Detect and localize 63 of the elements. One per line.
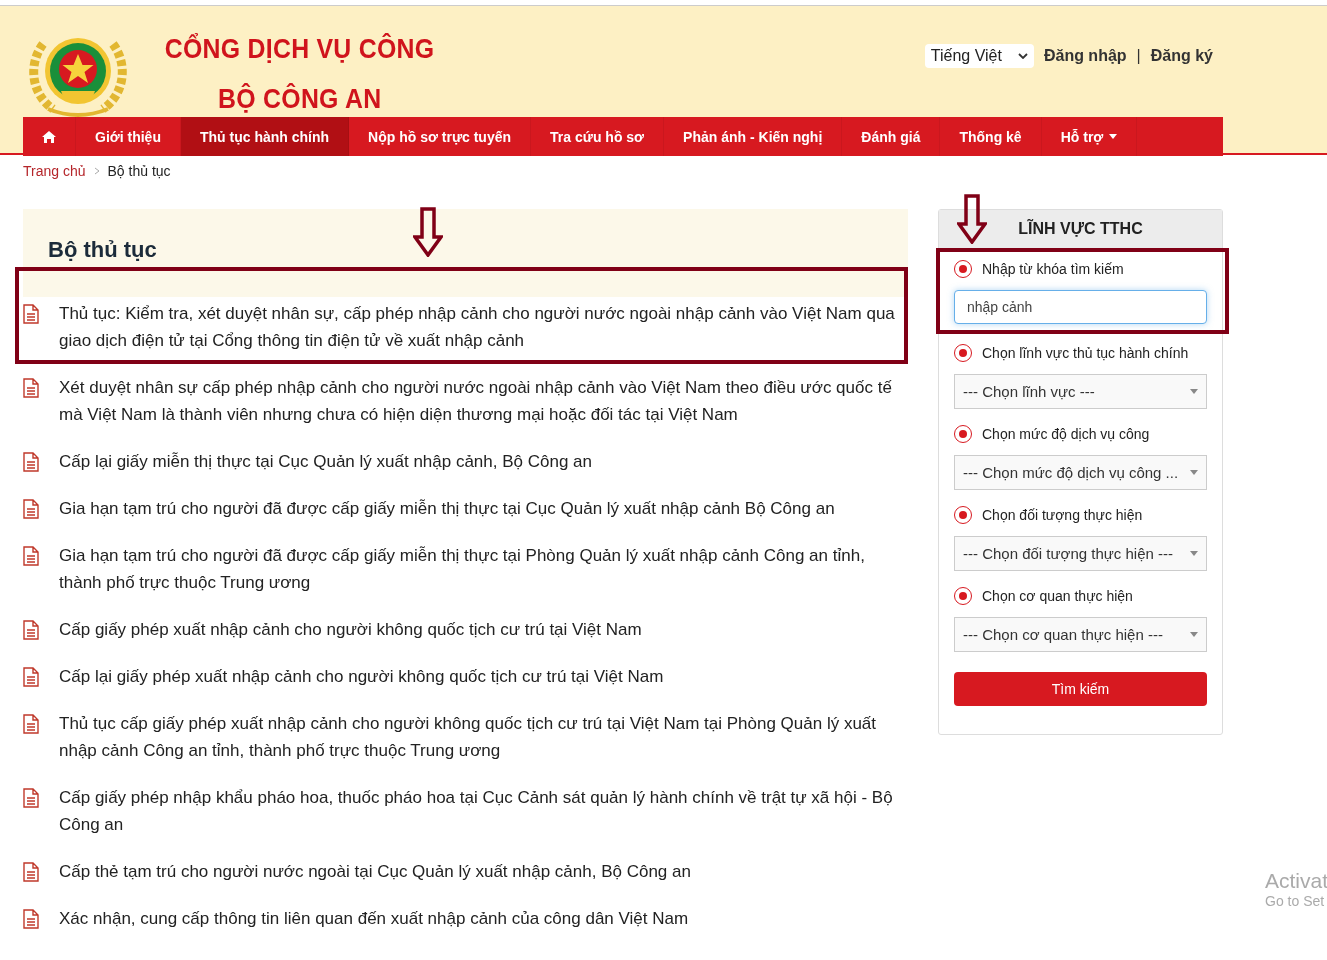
down-arrow-icon xyxy=(413,207,443,257)
breadcrumb-link[interactable]: Trang chủ xyxy=(23,163,86,179)
site-title: CỔNG DỊCH VỤ CÔNG xyxy=(164,32,435,66)
procedure-link[interactable]: Cấp giấy phép nhập khẩu pháo hoa, thuốc pháo hoa tại Cục Cảnh sát quản lý hành chính về trật tự xã hội - Bộ Công an xyxy=(59,784,898,838)
document-icon xyxy=(23,378,39,398)
procedure-link[interactable]: Thủ tục: Kiểm tra, xét duyệt nhân sự, cấp phép nhập cảnh cho người nước ngoài nhập cảnh vào Việt Nam qua giao dịch điện tử tại Cổng thông tin điện tử về xuất nhập cảnh xyxy=(59,300,898,354)
activation-hint: Go to Set xyxy=(1265,893,1326,909)
caret-icon xyxy=(1109,134,1118,139)
home-icon xyxy=(42,130,56,143)
procedure-link[interactable]: Cấp thẻ tạm trú cho người nước ngoài tại Cục Quản lý xuất nhập cảnh, Bộ Công an xyxy=(59,858,691,885)
document-icon xyxy=(23,909,39,929)
nav-item[interactable]: Phản ánh - Kiến nghị xyxy=(664,117,843,156)
register-link[interactable]: Đăng ký xyxy=(1150,47,1213,65)
document-icon xyxy=(23,862,39,882)
procedure-link[interactable]: Xác nhận, cung cấp thông tin liên quan đến xuất nhập cảnh của công dân Việt Nam xyxy=(59,905,689,932)
sidebar-title: LĨNH VỰC TTHC xyxy=(939,210,1222,248)
section-title: Bộ thủ tục xyxy=(48,237,158,263)
filter-select[interactable]: --- Chọn mức độ dịch vụ công ... xyxy=(954,455,1207,490)
caret-icon xyxy=(1190,470,1198,475)
chevron-down-icon xyxy=(1017,53,1028,59)
document-icon xyxy=(23,620,39,640)
down-arrow-icon xyxy=(957,194,987,244)
procedure-link[interactable]: Cấp lại giấy miễn thị thực tại Cục Quản lý xuất nhập cảnh, Bộ Công an xyxy=(59,448,593,475)
document-icon xyxy=(23,546,39,566)
document-icon xyxy=(23,714,39,734)
search-button[interactable]: Tìm kiếm xyxy=(954,672,1207,706)
login-link[interactable]: Đăng nhập xyxy=(1043,47,1127,65)
language-select[interactable]: Tiếng Việt xyxy=(924,44,1034,68)
keyword-input[interactable]: nhập cảnh xyxy=(954,290,1207,324)
nav-item[interactable]: Tra cứu hồ sơ xyxy=(531,117,665,156)
procedure-link[interactable]: Thủ tục cấp giấy phép xuất nhập cảnh cho người không quốc tịch cư trú tại Việt Nam tại Phòng Quản lý xuất nhập cảnh Công an tỉnh, thành phố trực thuộc Trung ương xyxy=(59,710,898,764)
procedure-link[interactable]: Cấp giấy phép xuất nhập cảnh cho người không quốc tịch cư trú tại Việt Nam xyxy=(59,616,642,643)
filter-select[interactable]: --- Chọn đối tượng thực hiện --- xyxy=(954,536,1207,571)
filter-label: Chọn lĩnh vực thủ tục hành chính xyxy=(982,345,1189,361)
nav-item[interactable]: Nộp hồ sơ trực tuyến xyxy=(349,117,532,156)
document-icon xyxy=(23,788,39,808)
nav-item[interactable]: Giới thiệu xyxy=(76,117,181,156)
separator: | xyxy=(1136,47,1141,65)
caret-icon xyxy=(1190,632,1198,637)
filter-label: Chọn đối tượng thực hiện xyxy=(982,507,1143,523)
filter-select[interactable]: --- Chọn cơ quan thực hiện --- xyxy=(954,617,1207,652)
activation-notice: Activat xyxy=(1265,869,1327,893)
document-icon xyxy=(23,499,39,519)
caret-icon xyxy=(1190,551,1198,556)
procedure-link[interactable]: Xét duyệt nhân sự cấp phép nhập cảnh cho người nước ngoài nhập cảnh vào Việt Nam theo điều ước quốc tế mà Việt Nam là thành viên nhưng chưa có hiện diện thương mại hoặc đối tác tại Việt Nam xyxy=(59,374,898,428)
filter-label: Chọn mức độ dịch vụ công xyxy=(982,426,1150,442)
document-icon xyxy=(23,667,39,687)
nav-item[interactable]: Đánh giá xyxy=(842,117,941,156)
nav-item[interactable]: Hỗ trợ xyxy=(1041,117,1138,156)
nav-item[interactable]: Thủ tục hành chính xyxy=(180,117,350,156)
procedure-link[interactable]: Cấp lại giấy phép xuất nhập cảnh cho người không quốc tịch cư trú tại Việt Nam xyxy=(59,663,664,690)
caret-icon xyxy=(1190,389,1198,394)
document-icon xyxy=(23,304,39,324)
filter-label: Chọn cơ quan thực hiện xyxy=(982,588,1133,604)
filter-label: Nhập từ khóa tìm kiếm xyxy=(982,261,1124,277)
procedure-link[interactable]: Gia hạn tạm trú cho người đã được cấp giấy miễn thị thực tại Cục Quản lý xuất nhập cảnh Bộ Công an xyxy=(59,495,835,522)
site-subtitle: BỘ CÔNG AN xyxy=(217,82,382,116)
procedure-link[interactable]: Gia hạn tạm trú cho người đã được cấp giấy miễn thị thực tại Phòng Quản lý xuất nhập cảnh Công an tỉnh, thành phố trực thuộc Trung ương xyxy=(59,542,898,596)
chevron-right-icon xyxy=(93,167,100,175)
breadcrumb-current: Bộ thủ tục xyxy=(107,163,171,179)
document-icon xyxy=(23,452,39,472)
nav-item[interactable]: Thống kê xyxy=(940,117,1042,156)
filter-select[interactable]: --- Chọn lĩnh vực --- xyxy=(954,374,1207,409)
